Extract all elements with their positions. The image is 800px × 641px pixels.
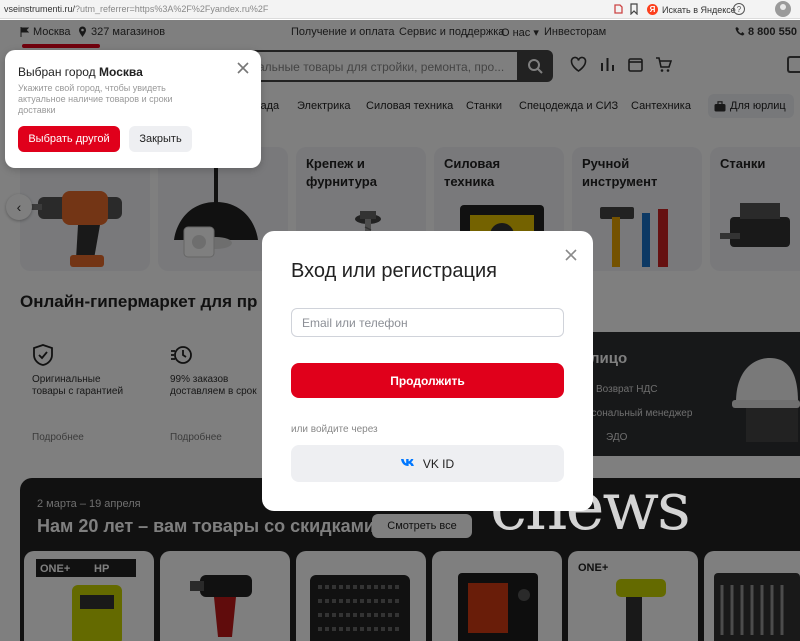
yandex-search-button[interactable]: Я Искать в Яндексе bbox=[647, 3, 736, 16]
close-city-popup-button[interactable]: Закрыть bbox=[129, 126, 192, 152]
continue-button[interactable]: Продолжить bbox=[291, 363, 564, 398]
login-modal-title: Вход или регистрация bbox=[291, 260, 497, 282]
city-popup-title-prefix: Выбран город bbox=[18, 65, 100, 79]
city-popup-title: Выбран город Москва bbox=[18, 65, 143, 79]
city-popup: Выбран город Москва Укажите свой город, … bbox=[5, 50, 261, 168]
bookmark-icon[interactable] bbox=[628, 3, 640, 15]
help-icon[interactable]: ? bbox=[733, 3, 745, 15]
yandex-logo-icon: Я bbox=[647, 4, 658, 15]
or-login-via-label: или войдите через bbox=[291, 424, 378, 435]
vk-icon bbox=[400, 459, 414, 466]
url-query: ?utm_referrer=https%3A%2F%2Fyandex.ru%2F bbox=[75, 4, 269, 14]
vk-id-button[interactable]: VK ID bbox=[291, 445, 564, 482]
choose-city-button[interactable]: Выбрать другой bbox=[18, 126, 120, 152]
vk-id-label: VK ID bbox=[422, 456, 455, 471]
login-modal: Вход или регистрация Продолжить или войд… bbox=[262, 231, 593, 511]
yandex-search-label: Искать в Яндексе bbox=[662, 4, 736, 15]
close-icon[interactable] bbox=[563, 247, 579, 263]
url-host: vseinstrumenti.ru/ bbox=[4, 4, 76, 14]
close-icon[interactable] bbox=[235, 60, 251, 76]
city-popup-description: Укажите свой город, чтобы увидеть актуал… bbox=[18, 83, 173, 115]
browser-toolbar: vseinstrumenti.ru/?utm_referrer=https%3A… bbox=[0, 0, 800, 19]
email-phone-input[interactable] bbox=[291, 308, 564, 337]
profile-avatar[interactable] bbox=[775, 1, 791, 17]
city-popup-city: Москва bbox=[99, 65, 143, 79]
extension-icon[interactable] bbox=[612, 3, 624, 15]
address-bar[interactable]: vseinstrumenti.ru/?utm_referrer=https%3A… bbox=[4, 4, 268, 14]
